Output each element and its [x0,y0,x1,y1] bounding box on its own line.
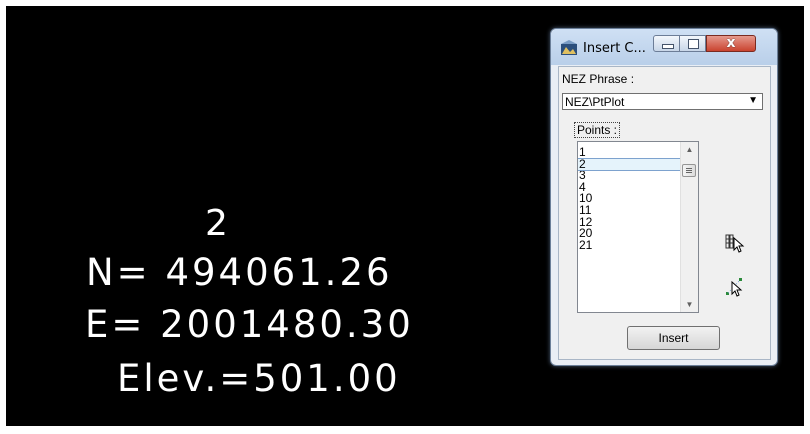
nez-phrase-dropdown[interactable]: NEZ\PtPlot ▼ [562,93,763,110]
scroll-down-icon[interactable]: ▼ [681,300,698,309]
select-all-points-icon[interactable] [724,232,746,254]
nez-phrase-value: NEZ\PtPlot [565,95,625,109]
points-label: Points : [574,122,621,138]
close-icon: x [726,35,736,51]
scroll-thumb[interactable] [682,164,696,177]
northing-text: N= 494061.26 [86,251,393,294]
scroll-up-icon[interactable]: ▲ [681,145,698,154]
grip-line [686,168,692,169]
app-icon [561,40,577,55]
points-list-item[interactable]: 20 [578,227,680,240]
points-list-item[interactable]: 21 [578,239,680,252]
grip-line [686,172,692,173]
maximize-icon [688,39,699,49]
minimize-icon [662,44,674,49]
close-button[interactable]: x [706,35,756,52]
elevation-text: Elev.=501.00 [117,357,401,400]
nez-phrase-label: NEZ Phrase : [562,72,635,86]
points-list-item[interactable]: 12 [578,216,680,229]
minimize-button[interactable] [653,35,680,52]
points-list-item[interactable]: 3 [578,169,680,182]
dialog-title: Insert C... [583,41,646,56]
points-list: 1 2 3 4 10 11 12 20 21 [578,146,681,252]
points-list-item[interactable]: 11 [578,204,680,217]
points-scrollbar[interactable]: ▲ ▼ [680,142,698,312]
chevron-down-icon[interactable]: ▼ [748,95,758,106]
grip-line [686,170,692,171]
dialog-body: NEZ Phrase : NEZ\PtPlot ▼ Points : 12341… [558,66,771,360]
points-listbox[interactable]: 1 2 3 4 10 11 12 20 21 ▲ ▼ [577,141,699,313]
points-list-item[interactable]: 4 [578,181,680,194]
pick-point-icon[interactable] [724,277,746,299]
easting-text: E= 2001480.30 [85,303,414,346]
points-list-item[interactable]: 10 [578,193,680,205]
insert-button[interactable]: Insert [627,326,720,350]
points-list-item[interactable]: 1 [578,146,680,159]
points-list-item[interactable]: 2 [578,157,681,172]
point-number-text: 2 [205,203,231,244]
maximize-button[interactable] [680,35,706,52]
insert-dialog: Insert C... x NEZ Phrase : NEZ\PtPlot ▼ … [550,28,778,366]
dialog-titlebar[interactable]: Insert C... x [551,29,777,65]
